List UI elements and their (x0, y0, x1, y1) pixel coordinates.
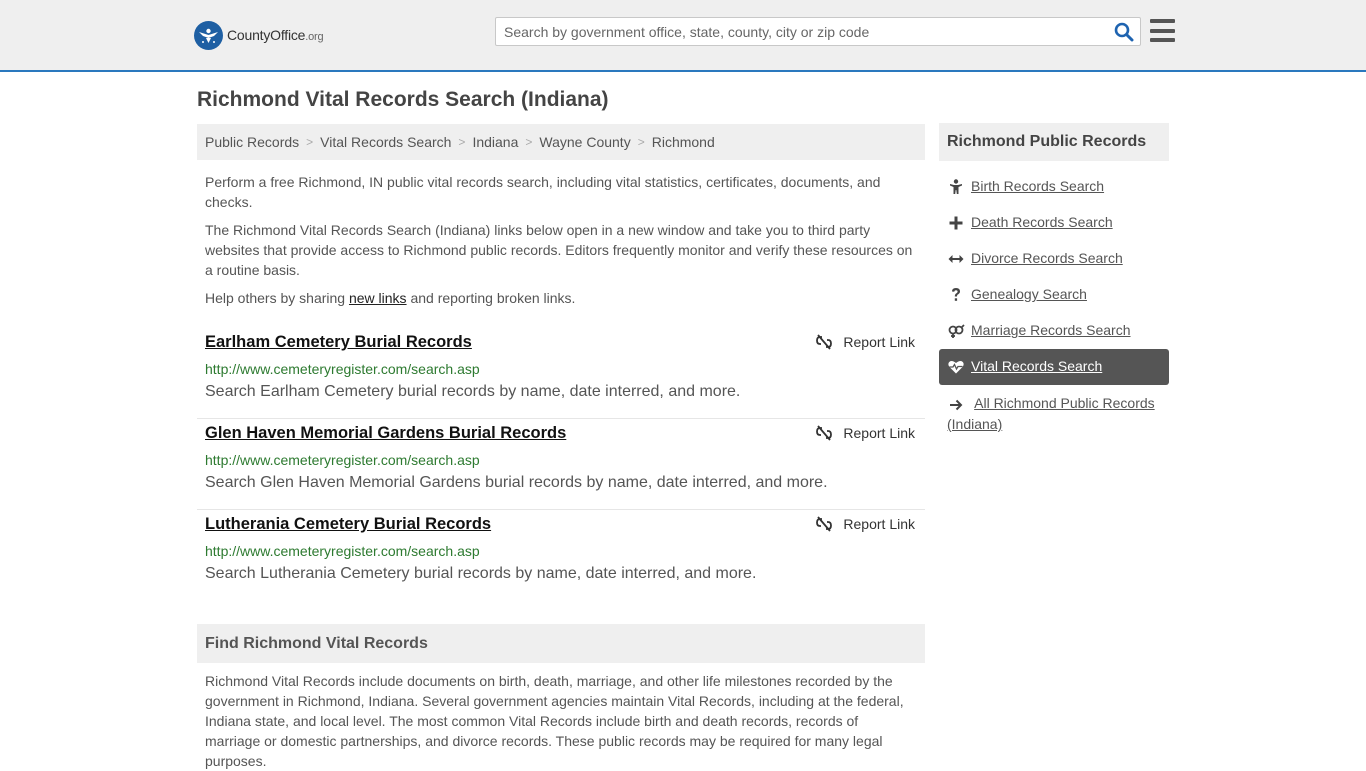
report-link-button[interactable]: Report Link (816, 425, 915, 441)
sidebar-item-divorce-records[interactable]: Divorce Records Search (939, 241, 1169, 277)
broken-link-icon (816, 516, 833, 532)
breadcrumb-separator: > (458, 135, 466, 149)
result-url: http://www.cemeteryregister.com/search.a… (205, 361, 480, 377)
result-title-link[interactable]: Earlham Cemetery Burial Records (205, 333, 472, 352)
find-section-title: Find Richmond Vital Records (197, 624, 925, 663)
menu-bar (1150, 28, 1175, 33)
breadcrumb-richmond[interactable]: Richmond (652, 134, 715, 150)
broken-link-icon (816, 425, 833, 441)
sidebar-list: Birth Records Search Death Records Searc… (939, 169, 1169, 441)
result-description: Search Glen Haven Memorial Gardens buria… (205, 474, 828, 491)
hamburger-menu-button[interactable] (1150, 19, 1175, 42)
main-content: Public Records > Vital Records Search > … (197, 124, 925, 769)
breadcrumb-separator: > (306, 135, 314, 149)
intro-paragraph: The Richmond Vital Records Search (India… (205, 222, 913, 278)
sidebar-item-vital-records[interactable]: Vital Records Search (939, 349, 1169, 385)
result-item: Lutherania Cemetery Burial Records Repor… (197, 510, 925, 601)
page-title: Richmond Vital Records Search (Indiana) (197, 88, 609, 111)
arrow-right-icon (947, 396, 965, 414)
search-input[interactable] (496, 18, 1106, 45)
sidebar: Richmond Public Records Birth Records Se… (939, 123, 1169, 441)
logo-text: CountyOffice.org (227, 27, 324, 43)
result-item: Earlham Cemetery Burial Records Report L… (197, 328, 925, 419)
cross-icon (947, 214, 965, 232)
logo-eagle-icon (194, 20, 223, 50)
menu-bar (1150, 38, 1175, 42)
sidebar-item-genealogy[interactable]: Genealogy Search (939, 277, 1169, 313)
breadcrumb-separator: > (637, 135, 645, 149)
new-links-link[interactable]: new links (349, 290, 407, 306)
breadcrumb-public-records[interactable]: Public Records (205, 134, 299, 150)
intro-paragraph: Perform a free Richmond, IN public vital… (205, 174, 881, 210)
search-box (495, 17, 1141, 46)
sidebar-item-death-records[interactable]: Death Records Search (939, 205, 1169, 241)
child-icon (947, 178, 965, 196)
result-title-link[interactable]: Glen Haven Memorial Gardens Burial Recor… (205, 424, 566, 443)
breadcrumb-vital-records[interactable]: Vital Records Search (320, 134, 451, 150)
sidebar-title: Richmond Public Records (939, 123, 1169, 161)
breadcrumb-separator: > (525, 135, 533, 149)
find-section-body: Richmond Vital Records include documents… (205, 673, 904, 769)
breadcrumb-indiana[interactable]: Indiana (472, 134, 518, 150)
breadcrumb: Public Records > Vital Records Search > … (197, 124, 925, 160)
sidebar-item-all-public-records[interactable]: All Richmond Public Records (Indiana) (939, 385, 1169, 441)
report-link-button[interactable]: Report Link (816, 516, 915, 532)
arrows-horizontal-icon (947, 250, 965, 268)
result-title-link[interactable]: Lutherania Cemetery Burial Records (205, 515, 491, 534)
result-description: Search Lutherania Cemetery burial record… (205, 565, 757, 582)
top-header: CountyOffice.org (0, 0, 1366, 72)
result-description: Search Earlham Cemetery burial records b… (205, 383, 741, 400)
broken-link-icon (816, 334, 833, 350)
menu-bar (1150, 19, 1175, 23)
intro-text: Perform a free Richmond, IN public vital… (197, 160, 925, 308)
results-list: Earlham Cemetery Burial Records Report L… (197, 328, 925, 601)
result-item: Glen Haven Memorial Gardens Burial Recor… (197, 419, 925, 510)
sidebar-item-marriage-records[interactable]: Marriage Records Search (939, 313, 1169, 349)
breadcrumb-wayne-county[interactable]: Wayne County (539, 134, 630, 150)
result-url: http://www.cemeteryregister.com/search.a… (205, 452, 480, 468)
report-link-button[interactable]: Report Link (816, 334, 915, 350)
search-button[interactable] (1114, 22, 1134, 42)
search-icon (1114, 22, 1134, 42)
intro-share-paragraph: Help others by sharing new links and rep… (205, 290, 576, 306)
question-icon (947, 286, 965, 304)
heartbeat-icon (947, 358, 965, 376)
sidebar-item-birth-records[interactable]: Birth Records Search (939, 169, 1169, 205)
gender-icon (947, 322, 965, 340)
result-url: http://www.cemeteryregister.com/search.a… (205, 543, 480, 559)
site-logo[interactable]: CountyOffice.org (194, 20, 324, 50)
